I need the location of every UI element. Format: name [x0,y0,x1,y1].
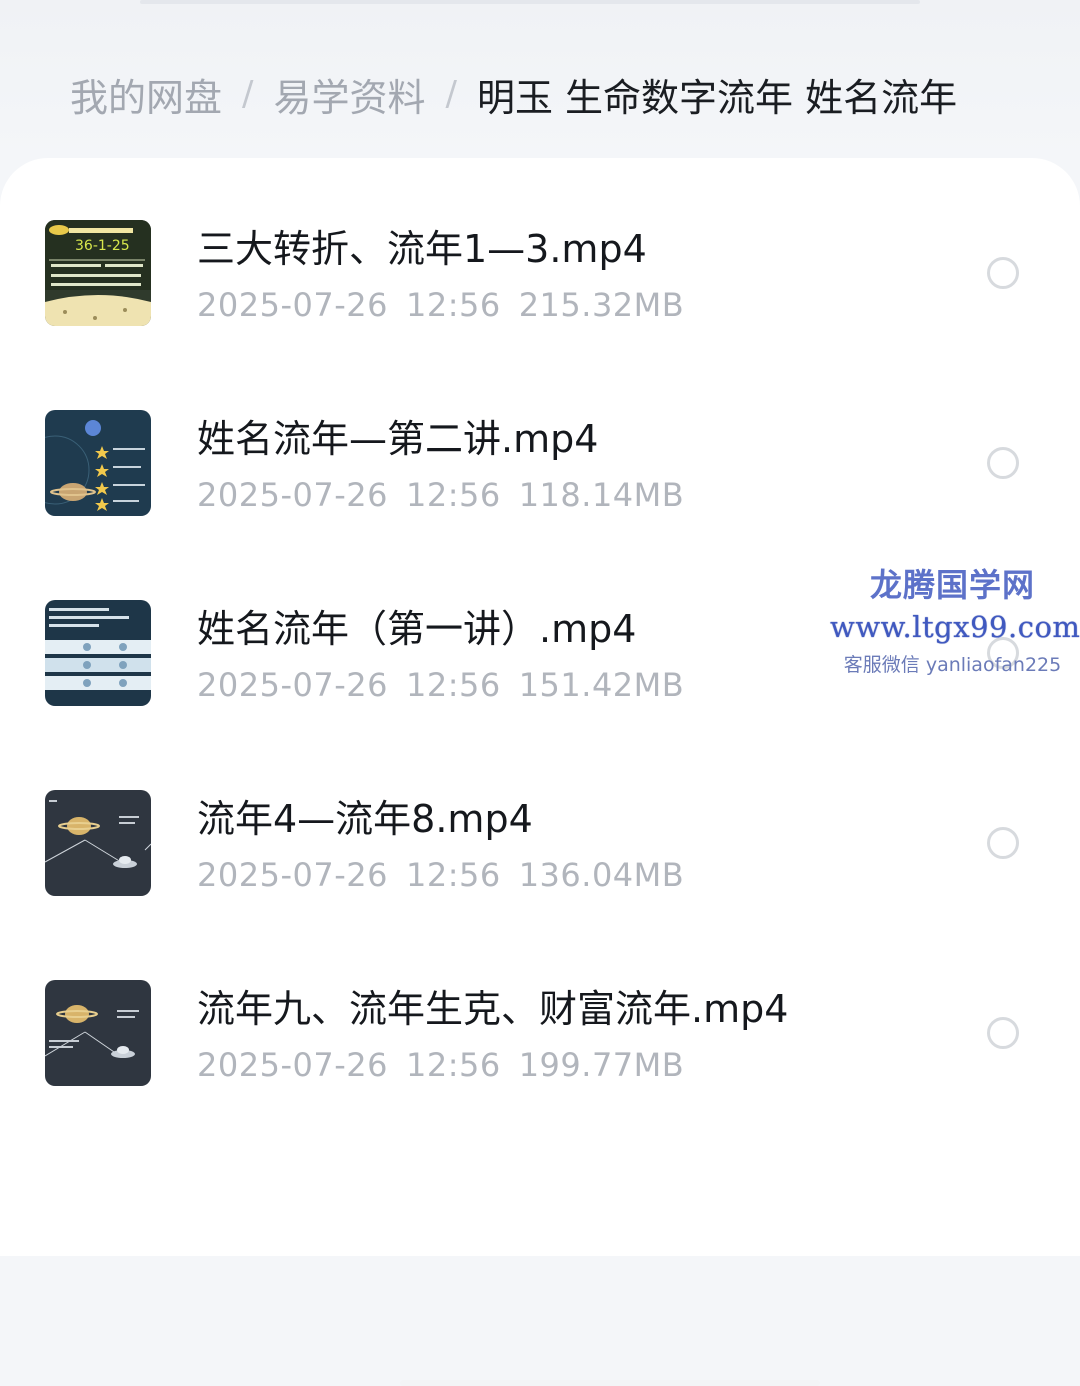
select-radio[interactable] [987,257,1019,289]
bottom-divider [400,1380,820,1386]
video-thumbnail [45,410,151,516]
svg-text:36-1-25: 36-1-25 [75,238,130,254]
file-name: 流年4—流年8.mp4 [197,797,533,841]
file-row[interactable]: 姓名流年—第二讲.mp4 2025-07-26 12:56 118.14MB [0,348,1080,538]
header-bar: 我的网盘 / 易学资料 / 明玉 生命数字流年 姓名流年 [0,0,1080,160]
video-thumbnail-image [45,600,151,706]
file-row[interactable]: 36-1-25 三大转折、流年1—3.mp4 2025-07-26 12:56 21… [0,158,1080,348]
file-time: 12:56 [405,1046,501,1084]
file-time: 12:56 [405,856,501,894]
video-thumbnail-image: 36-1-25 [45,220,151,326]
file-list: 36-1-25 三大转折、流年1—3.mp4 2025-07-26 12:56 21… [0,158,1080,1386]
breadcrumb: 我的网盘 / 易学资料 / 明玉 生命数字流年 姓名流年 [70,66,957,122]
file-name: 流年九、流年生克、财富流年.mp4 [197,987,789,1031]
file-size: 118.14MB [518,476,685,514]
video-thumbnail-image [45,980,151,1086]
breadcrumb-separator: / [445,74,457,114]
video-thumbnail [45,600,151,706]
file-time: 12:56 [405,286,501,324]
video-thumbnail-image [45,790,151,896]
file-row[interactable]: 姓名流年（第一讲）.mp4 2025-07-26 12:56 151.42MB [0,538,1080,728]
video-thumbnail [45,790,151,896]
file-name: 三大转折、流年1—3.mp4 [197,227,647,271]
select-radio[interactable] [987,447,1019,479]
video-thumbnail [45,980,151,1086]
video-thumbnail-image [45,410,151,516]
file-size: 199.77MB [518,1046,685,1084]
file-size: 136.04MB [518,856,685,894]
file-meta: 2025-07-26 12:56 215.32MB [197,286,702,324]
file-date: 2025-07-26 [197,476,388,514]
breadcrumb-item-my-drive[interactable]: 我的网盘 [70,67,222,122]
file-size: 215.32MB [518,286,685,324]
select-radio[interactable] [987,637,1019,669]
file-meta: 2025-07-26 12:56 151.42MB [197,666,702,704]
file-date: 2025-07-26 [197,286,388,324]
select-radio[interactable] [987,1017,1019,1049]
file-date: 2025-07-26 [197,856,388,894]
breadcrumb-item-folder[interactable]: 易学资料 [273,67,425,122]
breadcrumb-separator: / [242,74,254,114]
file-time: 12:56 [405,666,501,704]
file-date: 2025-07-26 [197,1046,388,1084]
file-name: 姓名流年（第一讲）.mp4 [197,607,637,651]
file-row[interactable]: 流年4—流年8.mp4 2025-07-26 12:56 136.04MB [0,728,1080,918]
file-name: 姓名流年—第二讲.mp4 [197,417,599,461]
video-thumbnail: 36-1-25 [45,220,151,326]
breadcrumb-current-folder: 明玉 生命数字流年 姓名流年 [476,75,958,120]
header-divider [140,0,920,4]
file-size: 151.42MB [518,666,685,704]
file-meta: 2025-07-26 12:56 118.14MB [197,476,702,514]
file-meta: 2025-07-26 12:56 136.04MB [197,856,702,894]
file-row[interactable]: 流年九、流年生克、财富流年.mp4 2025-07-26 12:56 199.77M… [0,918,1080,1108]
file-time: 12:56 [405,476,501,514]
select-radio[interactable] [987,827,1019,859]
file-date: 2025-07-26 [197,666,388,704]
file-meta: 2025-07-26 12:56 199.77MB [197,1046,702,1084]
